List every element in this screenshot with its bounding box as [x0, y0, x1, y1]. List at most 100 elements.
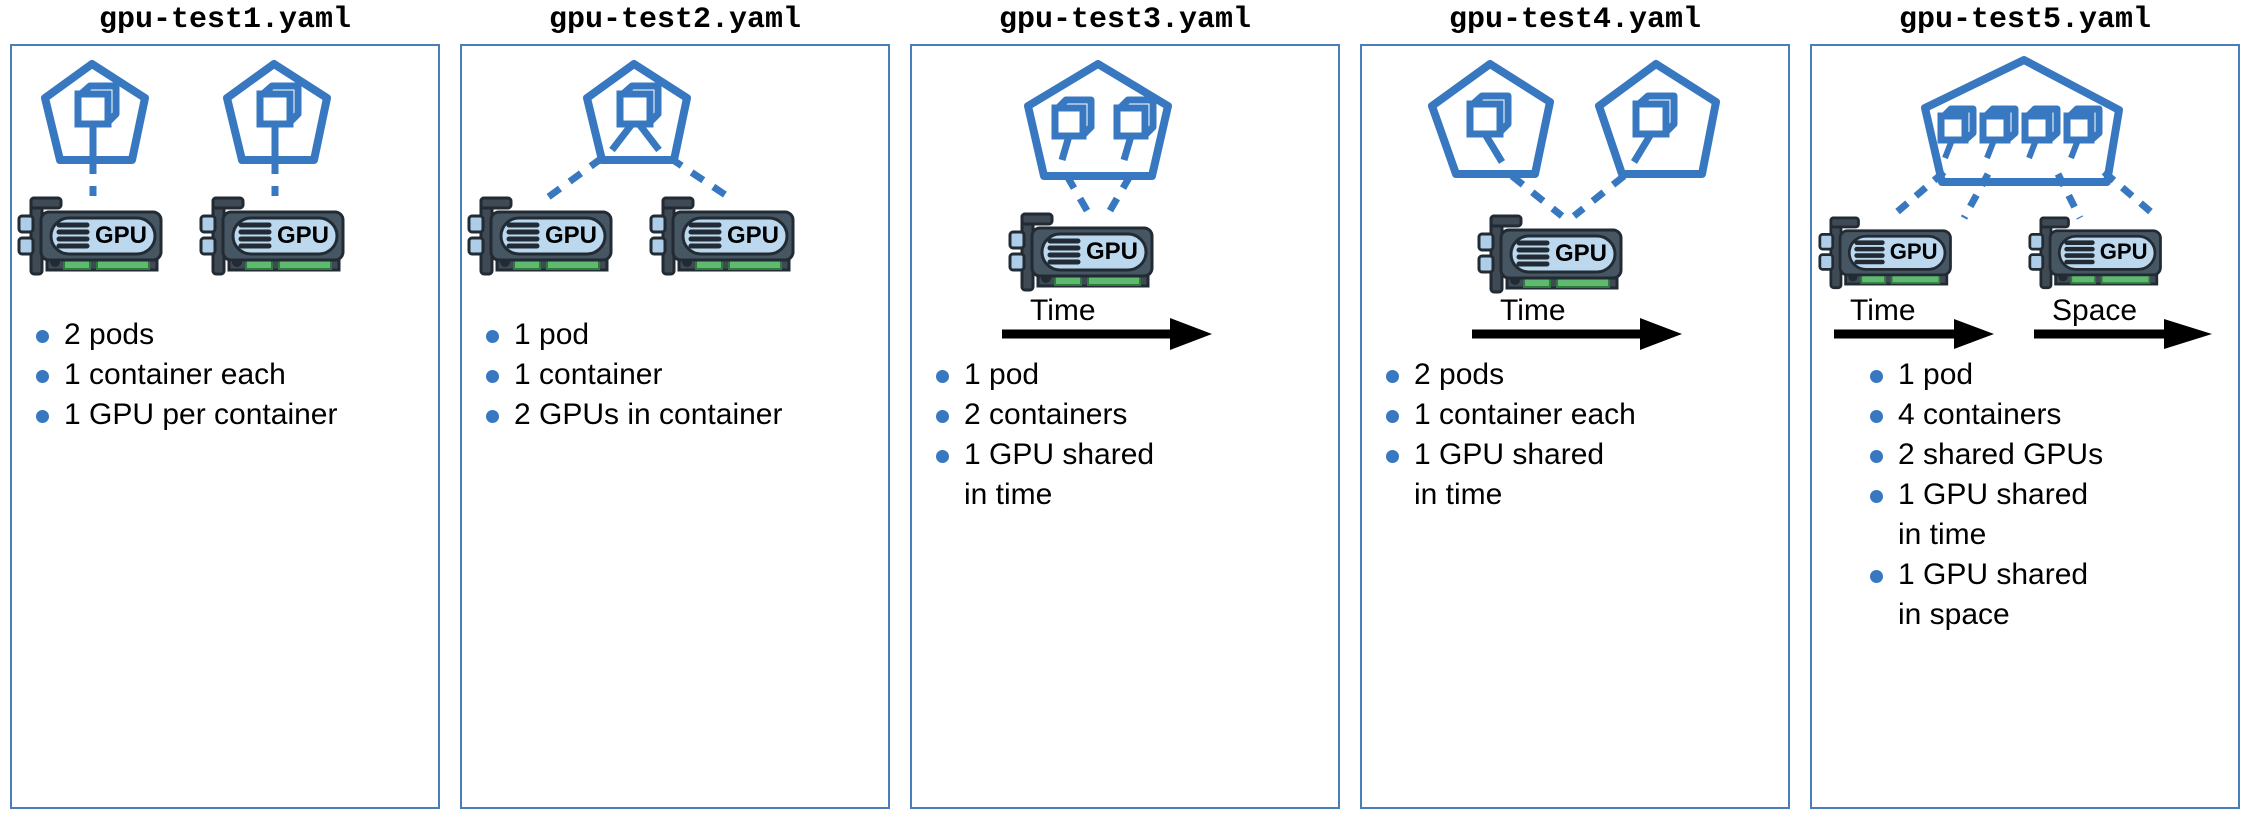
container-icon: [609, 82, 662, 153]
list-item-label: 1 pod: [514, 318, 590, 351]
pod-gpu-link: [1063, 174, 1093, 216]
list-item: in time: [1380, 476, 1780, 514]
list-item: 2 pods: [1380, 356, 1780, 394]
list-item: 2 pods: [30, 316, 430, 354]
gpu-label: GPU: [545, 222, 597, 249]
gpu-card-2: GPU: [649, 196, 795, 276]
bullet-dot: [36, 370, 49, 383]
gpu-label: GPU: [2100, 239, 2148, 264]
list-item-label: in time: [1414, 478, 1503, 511]
diagram-stage: GPU: [462, 46, 888, 316]
container-icon: [1631, 92, 1678, 164]
gpu-label: GPU: [1086, 238, 1138, 265]
bullet-list: 2 pods 1 container each 1 GPU per contai…: [12, 316, 438, 434]
container-icon-1: [1051, 96, 1095, 161]
gpu-label: GPU: [1555, 240, 1607, 267]
bullet-list: 1 pod 1 container 2 GPUs in container: [462, 316, 888, 434]
diagram-stage: GPU: [12, 46, 438, 316]
list-item-label: 1 container: [514, 358, 663, 391]
container-icon: [74, 82, 120, 158]
pod-icon-1: [1921, 56, 2123, 186]
panel-title: gpu-test1.yaml: [98, 3, 352, 37]
gpu-label: GPU: [95, 222, 147, 249]
list-item-label: 2 pods: [64, 318, 155, 351]
diagram-stage: GPU: [1812, 46, 2238, 356]
list-item: 4 containers: [1864, 396, 2230, 434]
gpu-card-1: GPU: [1477, 214, 1623, 294]
container-icon: [1466, 92, 1512, 164]
list-item: 2 shared GPUs: [1864, 436, 2230, 474]
list-item: 2 containers: [930, 396, 1330, 434]
gpu-label: GPU: [727, 222, 779, 249]
space-arrow-label: Space: [2052, 294, 2138, 327]
list-item: 1 GPU shared: [1864, 556, 2230, 594]
panel-body: GPU Time 1 pod 2 containers 1 GPU shared…: [910, 44, 1340, 809]
bullet-dot: [936, 370, 949, 383]
list-item-label: 1 pod: [1898, 358, 1974, 391]
diagram-stage: GPU Time: [912, 46, 1338, 356]
bullet-dot: [486, 410, 499, 423]
list-item-label: 4 containers: [1898, 398, 2062, 431]
pod-icon-2: [1595, 60, 1720, 178]
pod-gpu-link: [1104, 174, 1134, 216]
pod-icon-1: [41, 60, 149, 164]
list-item: in time: [1864, 516, 2230, 554]
list-item-label: 1 GPU shared: [1414, 438, 1605, 471]
pod-icon-1: [1024, 60, 1172, 180]
list-item-label: in space: [1898, 598, 2010, 631]
panel-body: GPU Time 2 pods 1 container each 1 GPU s…: [1360, 44, 1790, 809]
time-arrow-label: Time: [1030, 294, 1096, 327]
bullet-dot: [36, 410, 49, 423]
panel-gpu-test2: gpu-test2.yaml GPU GPU 1 pod 1 container…: [460, 0, 890, 809]
time-arrow-label: Time: [1850, 294, 1916, 327]
list-item-label: 2 pods: [1414, 358, 1505, 391]
pods-and-gpus-graphic: GPU: [1428, 60, 1720, 350]
list-item: 1 container each: [1380, 396, 1780, 434]
list-item: 1 GPU per container: [30, 396, 430, 434]
bullet-list: 2 pods 1 container each 1 GPU shared in …: [1362, 356, 1788, 514]
list-item: 1 pod: [930, 356, 1330, 394]
panel-title: gpu-test5.yaml: [1898, 3, 2152, 37]
container-icon-1: [1937, 105, 1977, 160]
pod-icon-1: [583, 60, 691, 164]
diagram-stage: GPU Time: [1362, 46, 1788, 356]
pod-gpu-link: [668, 155, 732, 201]
list-item: 1 GPU shared: [1380, 436, 1780, 474]
bullet-dot: [1870, 490, 1883, 503]
bullet-dot: [936, 450, 949, 463]
panel-gpu-test5: gpu-test5.yaml GPU GPU Time Space 1 pod …: [1810, 0, 2240, 809]
bullet-dot: [1386, 410, 1399, 423]
pod-gpu-link: [1571, 173, 1627, 219]
gpu-card-1: GPU: [1818, 216, 1952, 290]
list-item: 1 container: [480, 356, 880, 394]
list-item-label: 2 GPUs in container: [514, 398, 783, 431]
container-icon-2: [1979, 105, 2019, 160]
bullet-dot: [1870, 370, 1883, 383]
list-item: 1 GPU shared: [930, 436, 1330, 474]
panel-title: gpu-test4.yaml: [1448, 3, 1702, 37]
list-item-label: in time: [1898, 518, 1987, 551]
list-item: 1 pod: [480, 316, 880, 354]
bullet-dot: [1386, 450, 1399, 463]
bullet-dot: [486, 330, 499, 343]
bullet-list: 1 pod 2 containers 1 GPU shared in time: [912, 356, 1338, 514]
bullet-dot: [1870, 410, 1883, 423]
container-icon-4: [2063, 105, 2103, 160]
panel-gpu-test1: gpu-test1.yaml GPU GPU 2 pods 1 containe…: [10, 0, 440, 809]
pods-and-gpus-graphic: GPU: [1002, 60, 1212, 350]
pod-gpu-link: [2101, 169, 2161, 221]
pod-icon-2: [223, 60, 331, 164]
list-item-label: 1 pod: [964, 358, 1040, 391]
bullet-dot: [1870, 450, 1883, 463]
pod-icon-1: [1428, 60, 1554, 178]
list-item-label: 1 container each: [64, 358, 286, 391]
gpu-card-1: GPU: [17, 196, 163, 276]
list-item: in time: [930, 476, 1330, 514]
gpu-label: GPU: [1890, 239, 1938, 264]
gpu-sharing-diagram: gpu-test1.yaml GPU GPU 2 pods 1 containe…: [0, 0, 2256, 836]
list-item-label: 1 container each: [1414, 398, 1636, 431]
time-arrow-label: Time: [1500, 294, 1566, 327]
panel-title: gpu-test3.yaml: [998, 3, 1252, 37]
list-item-label: in time: [964, 478, 1053, 511]
bullet-dot: [1386, 370, 1399, 383]
